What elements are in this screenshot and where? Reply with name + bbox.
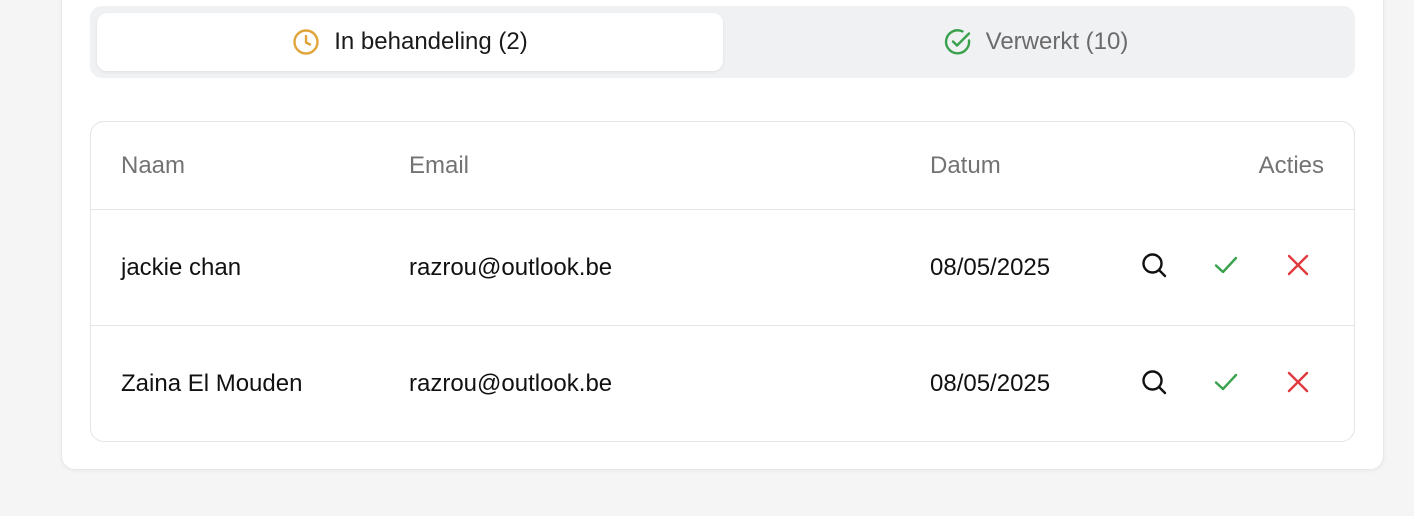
search-icon — [1140, 368, 1168, 401]
accept-button[interactable] — [1211, 253, 1241, 283]
row-name: Zaina El Mouden — [121, 370, 303, 397]
view-button[interactable] — [1139, 369, 1169, 399]
tab-pending-label: In behandeling (2) — [334, 28, 528, 55]
row-actions — [1131, 210, 1331, 325]
row-date: 08/05/2025 — [930, 370, 1051, 397]
tab-processed-label: Verwerkt (10) — [985, 28, 1129, 55]
requests-table: Naam Email Datum Acties jackie chan razr… — [90, 121, 1355, 442]
check-icon — [1212, 368, 1240, 401]
tab-pending[interactable]: In behandeling (2) — [97, 13, 723, 71]
row-name: jackie chan — [121, 253, 242, 281]
table-header: Naam Email Datum Acties — [91, 122, 1354, 210]
status-tabs: In behandeling (2) Verwerkt (10) — [90, 6, 1355, 78]
row-email: razrou@outlook.be — [409, 253, 613, 281]
close-icon — [1284, 251, 1312, 284]
column-header-date: Datum — [930, 151, 1001, 179]
close-icon — [1284, 368, 1312, 401]
reject-button[interactable] — [1283, 369, 1313, 399]
clock-icon — [292, 28, 320, 56]
accept-button[interactable] — [1211, 369, 1241, 399]
check-icon — [1212, 251, 1240, 284]
column-header-actions: Acties — [1258, 151, 1324, 179]
column-header-name: Naam — [121, 151, 186, 179]
row-actions — [1131, 326, 1331, 441]
check-circle-icon — [944, 28, 972, 56]
row-email: razrou@outlook.be — [409, 370, 613, 397]
search-icon — [1140, 251, 1168, 284]
table-row: Zaina El Mouden razrou@outlook.be 08/05/… — [91, 326, 1354, 441]
tab-processed[interactable]: Verwerkt (10) — [723, 13, 1349, 71]
column-header-email: Email — [409, 151, 470, 179]
view-button[interactable] — [1139, 253, 1169, 283]
reject-button[interactable] — [1283, 253, 1313, 283]
table-row: jackie chan razrou@outlook.be 08/05/2025 — [91, 210, 1354, 326]
row-date: 08/05/2025 — [930, 253, 1051, 281]
